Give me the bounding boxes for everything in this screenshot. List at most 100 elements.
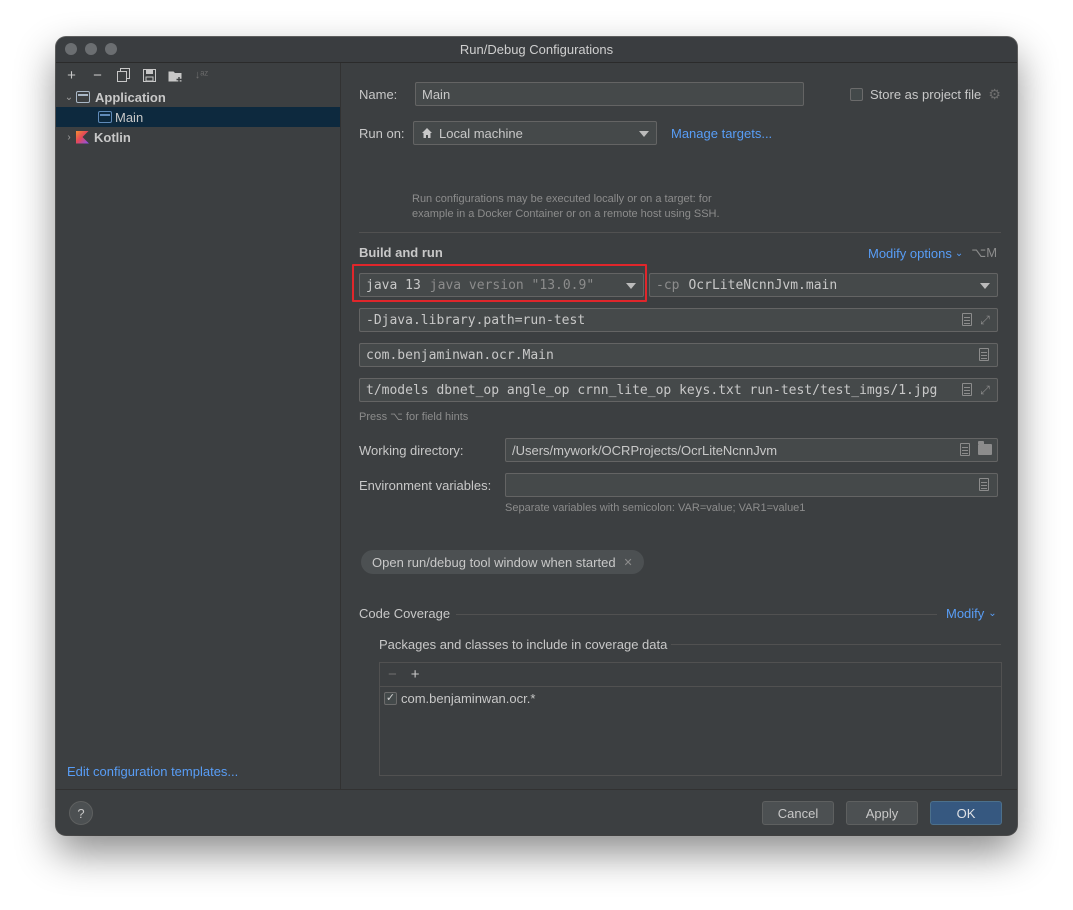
tree-label-main: Main — [115, 109, 144, 125]
minimize-window-button[interactable] — [85, 43, 97, 55]
store-project-file-checkbox[interactable] — [850, 88, 863, 101]
vm-options-input[interactable]: -Djava.library.path=run-test ⤢ — [359, 308, 998, 332]
zoom-window-button[interactable] — [105, 43, 117, 55]
dialog-footer: ? Cancel Apply OK — [56, 789, 1017, 835]
home-icon — [422, 128, 432, 138]
field-actions: ⤢ — [962, 313, 992, 327]
window-title: Run/Debug Configurations — [459, 42, 614, 57]
classpath-prefix: -cp — [656, 277, 680, 293]
document-icon[interactable] — [979, 478, 989, 491]
remove-icon[interactable]: − — [388, 666, 397, 683]
modify-options-shortcut: ⌥M — [971, 245, 998, 260]
document-icon[interactable] — [960, 443, 970, 456]
sidebar-toolbar: + − ↓ᵃᶻ — [56, 63, 340, 87]
modify-options-link[interactable]: Modify options — [868, 246, 952, 261]
configuration-form: Name: Main Store as project file ⚙ Run o… — [342, 63, 1017, 789]
help-button[interactable]: ? — [69, 801, 93, 825]
expand-icon[interactable]: ⤢ — [978, 313, 992, 327]
coverage-item-label: com.benjaminwan.ocr.* — [401, 690, 536, 706]
environment-variables-label: Environment variables: — [359, 478, 492, 493]
main-class-value: com.benjaminwan.ocr.Main — [366, 347, 554, 363]
run-on-hint: Run configurations may be executed local… — [412, 192, 720, 222]
run-debug-dialog: Run/Debug Configurations + − ↓ᵃᶻ ⌄ Appli… — [56, 37, 1017, 835]
folder-add-icon[interactable] — [167, 67, 184, 84]
dropdown-arrow-icon — [639, 131, 649, 137]
environment-variables-input[interactable] — [505, 473, 998, 497]
highlight-box — [352, 264, 647, 302]
name-value: Main — [422, 86, 451, 102]
configurations-sidebar: + − ↓ᵃᶻ ⌄ Application Main › Kotlin Edit… — [56, 63, 341, 789]
tree-label-application: Application — [95, 89, 166, 105]
classpath-module-select[interactable]: -cp OcrLiteNcnnJvm.main — [649, 273, 998, 297]
sort-icon[interactable]: ↓ᵃᶻ — [193, 67, 210, 84]
field-actions — [979, 348, 989, 361]
environment-variables-hint: Separate variables with semicolon: VAR=v… — [505, 502, 806, 514]
classpath-module: OcrLiteNcnnJvm.main — [688, 277, 838, 293]
field-actions — [960, 441, 992, 456]
edit-templates-link[interactable]: Edit configuration templates... — [67, 764, 238, 779]
remove-icon[interactable]: − — [89, 67, 106, 84]
name-label: Name: — [359, 87, 398, 102]
program-arguments-input[interactable]: t/models dbnet_op angle_op crnn_lite_op … — [359, 378, 998, 402]
field-hint: Press ⌥ for field hints — [359, 411, 469, 423]
store-project-file-label: Store as project file — [870, 87, 982, 102]
save-icon[interactable] — [141, 67, 158, 84]
close-window-button[interactable] — [65, 43, 77, 55]
chip-label: Open run/debug tool window when started — [372, 554, 616, 570]
divider — [456, 614, 937, 615]
name-input[interactable]: Main — [415, 82, 804, 106]
run-on-label: Run on: — [359, 126, 405, 141]
run-on-value: Local machine — [439, 125, 523, 141]
working-directory-label: Working directory: — [359, 443, 464, 458]
build-and-run-heading: Build and run — [359, 245, 443, 260]
chevron-right-icon[interactable]: › — [62, 132, 76, 143]
expand-icon[interactable]: ⤢ — [978, 383, 992, 397]
copy-icon[interactable] — [115, 67, 132, 84]
field-actions — [979, 478, 989, 491]
tree-label-kotlin: Kotlin — [94, 129, 131, 145]
run-on-hint-line-2: example in a Docker Container or on a re… — [412, 208, 720, 220]
folder-icon[interactable] — [978, 441, 992, 455]
modify-link[interactable]: Modify — [946, 606, 984, 621]
window-controls — [65, 43, 117, 55]
add-icon[interactable]: + — [411, 666, 420, 683]
cancel-button[interactable]: Cancel — [762, 801, 834, 825]
coverage-modify[interactable]: Modify ⌄ — [946, 606, 997, 621]
vm-options-value: -Djava.library.path=run-test — [366, 312, 586, 328]
title-bar: Run/Debug Configurations — [56, 37, 1017, 63]
working-directory-input[interactable]: /Users/mywork/OCRProjects/OcrLiteNcnnJvm — [505, 438, 998, 462]
modify-options[interactable]: Modify options ⌄ ⌥M — [868, 245, 997, 261]
ok-button[interactable]: OK — [930, 801, 1002, 825]
document-icon[interactable] — [962, 383, 972, 396]
tree-node-kotlin[interactable]: › Kotlin — [56, 127, 340, 147]
divider — [671, 644, 1001, 645]
run-on-select[interactable]: Local machine — [413, 121, 657, 145]
coverage-list-panel: − + ✓ com.benjaminwan.ocr.* — [379, 662, 1002, 776]
application-icon — [76, 91, 90, 103]
packages-label: Packages and classes to include in cover… — [379, 637, 668, 652]
chevron-down-icon[interactable]: ⌄ — [62, 92, 76, 103]
document-icon[interactable] — [979, 348, 989, 361]
list-item[interactable]: ✓ com.benjaminwan.ocr.* — [380, 687, 1001, 709]
tree-node-main[interactable]: Main — [56, 107, 340, 127]
apply-button[interactable]: Apply — [846, 801, 918, 825]
chevron-down-icon: ⌄ — [954, 247, 964, 259]
tree-node-application[interactable]: ⌄ Application — [56, 87, 340, 107]
run-on-hint-line-1: Run configurations may be executed local… — [412, 193, 712, 205]
working-directory-value: /Users/mywork/OCRProjects/OcrLiteNcnnJvm — [512, 442, 778, 458]
code-coverage-heading: Code Coverage — [359, 606, 451, 621]
coverage-item-checkbox[interactable]: ✓ — [384, 691, 397, 705]
main-class-input[interactable]: com.benjaminwan.ocr.Main — [359, 343, 998, 367]
manage-targets-link[interactable]: Manage targets... — [671, 126, 772, 141]
store-project-file[interactable]: Store as project file ⚙ — [850, 86, 1001, 103]
dropdown-arrow-icon — [980, 283, 990, 289]
document-icon[interactable] — [962, 313, 972, 326]
gear-icon[interactable]: ⚙ — [988, 86, 1001, 103]
chevron-down-icon: ⌄ — [988, 608, 997, 619]
add-icon[interactable]: + — [63, 67, 80, 84]
coverage-toolbar: − + — [380, 663, 1001, 687]
close-icon[interactable]: ✕ — [624, 556, 633, 569]
kotlin-icon — [76, 130, 89, 144]
program-arguments-value: t/models dbnet_op angle_op crnn_lite_op … — [366, 382, 938, 398]
open-tool-window-chip[interactable]: Open run/debug tool window when started … — [361, 550, 644, 574]
